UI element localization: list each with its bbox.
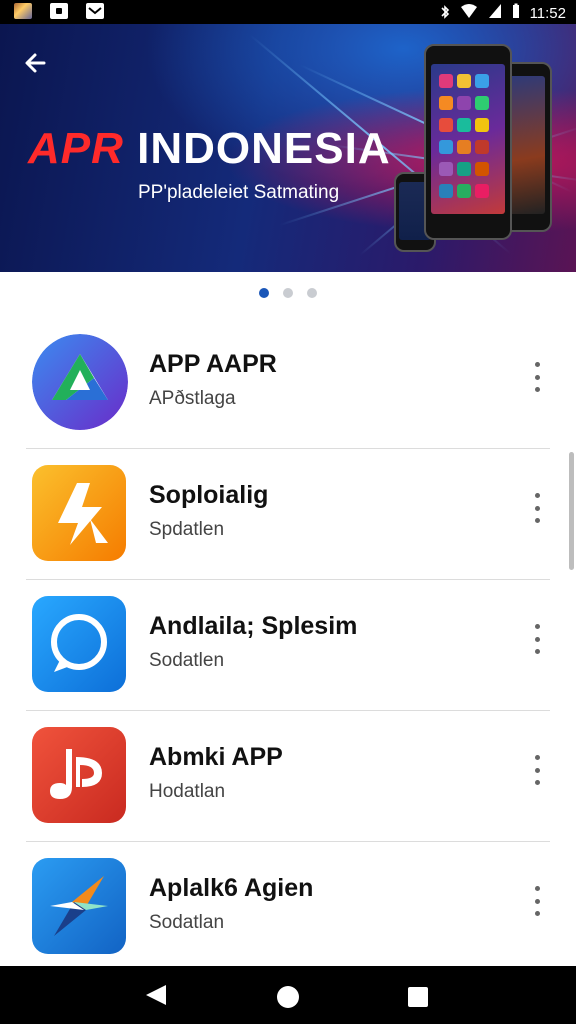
app-subtitle: Sodatlen (149, 650, 225, 671)
banner-subtitle: PP'pladeleiet Satmating (138, 182, 340, 203)
more-vert-icon[interactable] (528, 362, 546, 392)
music-note-icon (32, 727, 126, 823)
app-title: Andlaila; Splesim (149, 612, 358, 640)
more-vert-icon[interactable] (528, 886, 546, 916)
app-subtitle: Sodatlan (149, 912, 225, 933)
app-subtitle: APðstlaga (149, 388, 236, 409)
app-subtitle: Hodatlan (149, 781, 226, 802)
star-arrow-icon (32, 465, 126, 561)
carousel-dot[interactable] (283, 288, 293, 298)
battery-icon (512, 3, 520, 23)
app-title: Aplalk6 Agien (149, 874, 314, 902)
banner-brand: APR INDONESIA (28, 124, 391, 174)
app-list: APP AAPR APðstlaga Soploialig Spdatlen A… (0, 318, 576, 973)
scrollbar-thumb[interactable] (569, 452, 574, 570)
signal-icon (488, 3, 502, 23)
hero-banner[interactable]: APR INDONESIA PP'pladeleiet Satmating (0, 24, 576, 272)
back-arrow-icon[interactable] (22, 48, 52, 78)
app-subtitle: Spdatlen (149, 519, 225, 540)
list-item[interactable]: Soploialig Spdatlen (0, 449, 576, 580)
system-icons: 11:52 (440, 3, 566, 23)
app-title: Soploialig (149, 481, 269, 509)
carousel-dot[interactable] (259, 288, 269, 298)
wifi-icon (460, 3, 478, 23)
carousel-dot[interactable] (307, 288, 317, 298)
list-item[interactable]: APP AAPR APðstlaga (0, 318, 576, 449)
message-notification-icon (50, 3, 68, 19)
photo-notification-icon (14, 3, 32, 19)
app-title: Abmki APP (149, 743, 283, 771)
nav-recents-icon[interactable] (378, 966, 458, 1024)
list-item[interactable]: Abmki APP Hodatlan (0, 711, 576, 842)
app-title: APP AAPR (149, 350, 277, 378)
navigation-bar (0, 966, 576, 1024)
notification-icons (14, 3, 104, 19)
brand-accent: APR (28, 124, 124, 173)
status-bar: 11:52 (0, 0, 576, 24)
carousel-indicator (0, 288, 576, 298)
more-vert-icon[interactable] (528, 493, 546, 523)
list-item[interactable]: Aplalk6 Agien Sodatlan (0, 842, 576, 973)
triangle-play-icon (32, 334, 128, 430)
bluetooth-icon (440, 4, 450, 23)
more-vert-icon[interactable] (528, 755, 546, 785)
more-vert-icon[interactable] (528, 624, 546, 654)
clock: 11:52 (529, 4, 566, 22)
nav-home-icon[interactable] (248, 966, 328, 1024)
compass-icon (32, 858, 126, 954)
chat-bubble-icon (32, 596, 126, 692)
mail-notification-icon (86, 3, 104, 19)
nav-back-icon[interactable] (116, 966, 196, 1024)
brand-rest: INDONESIA (137, 124, 391, 173)
list-item[interactable]: Andlaila; Splesim Sodatlen (0, 580, 576, 711)
